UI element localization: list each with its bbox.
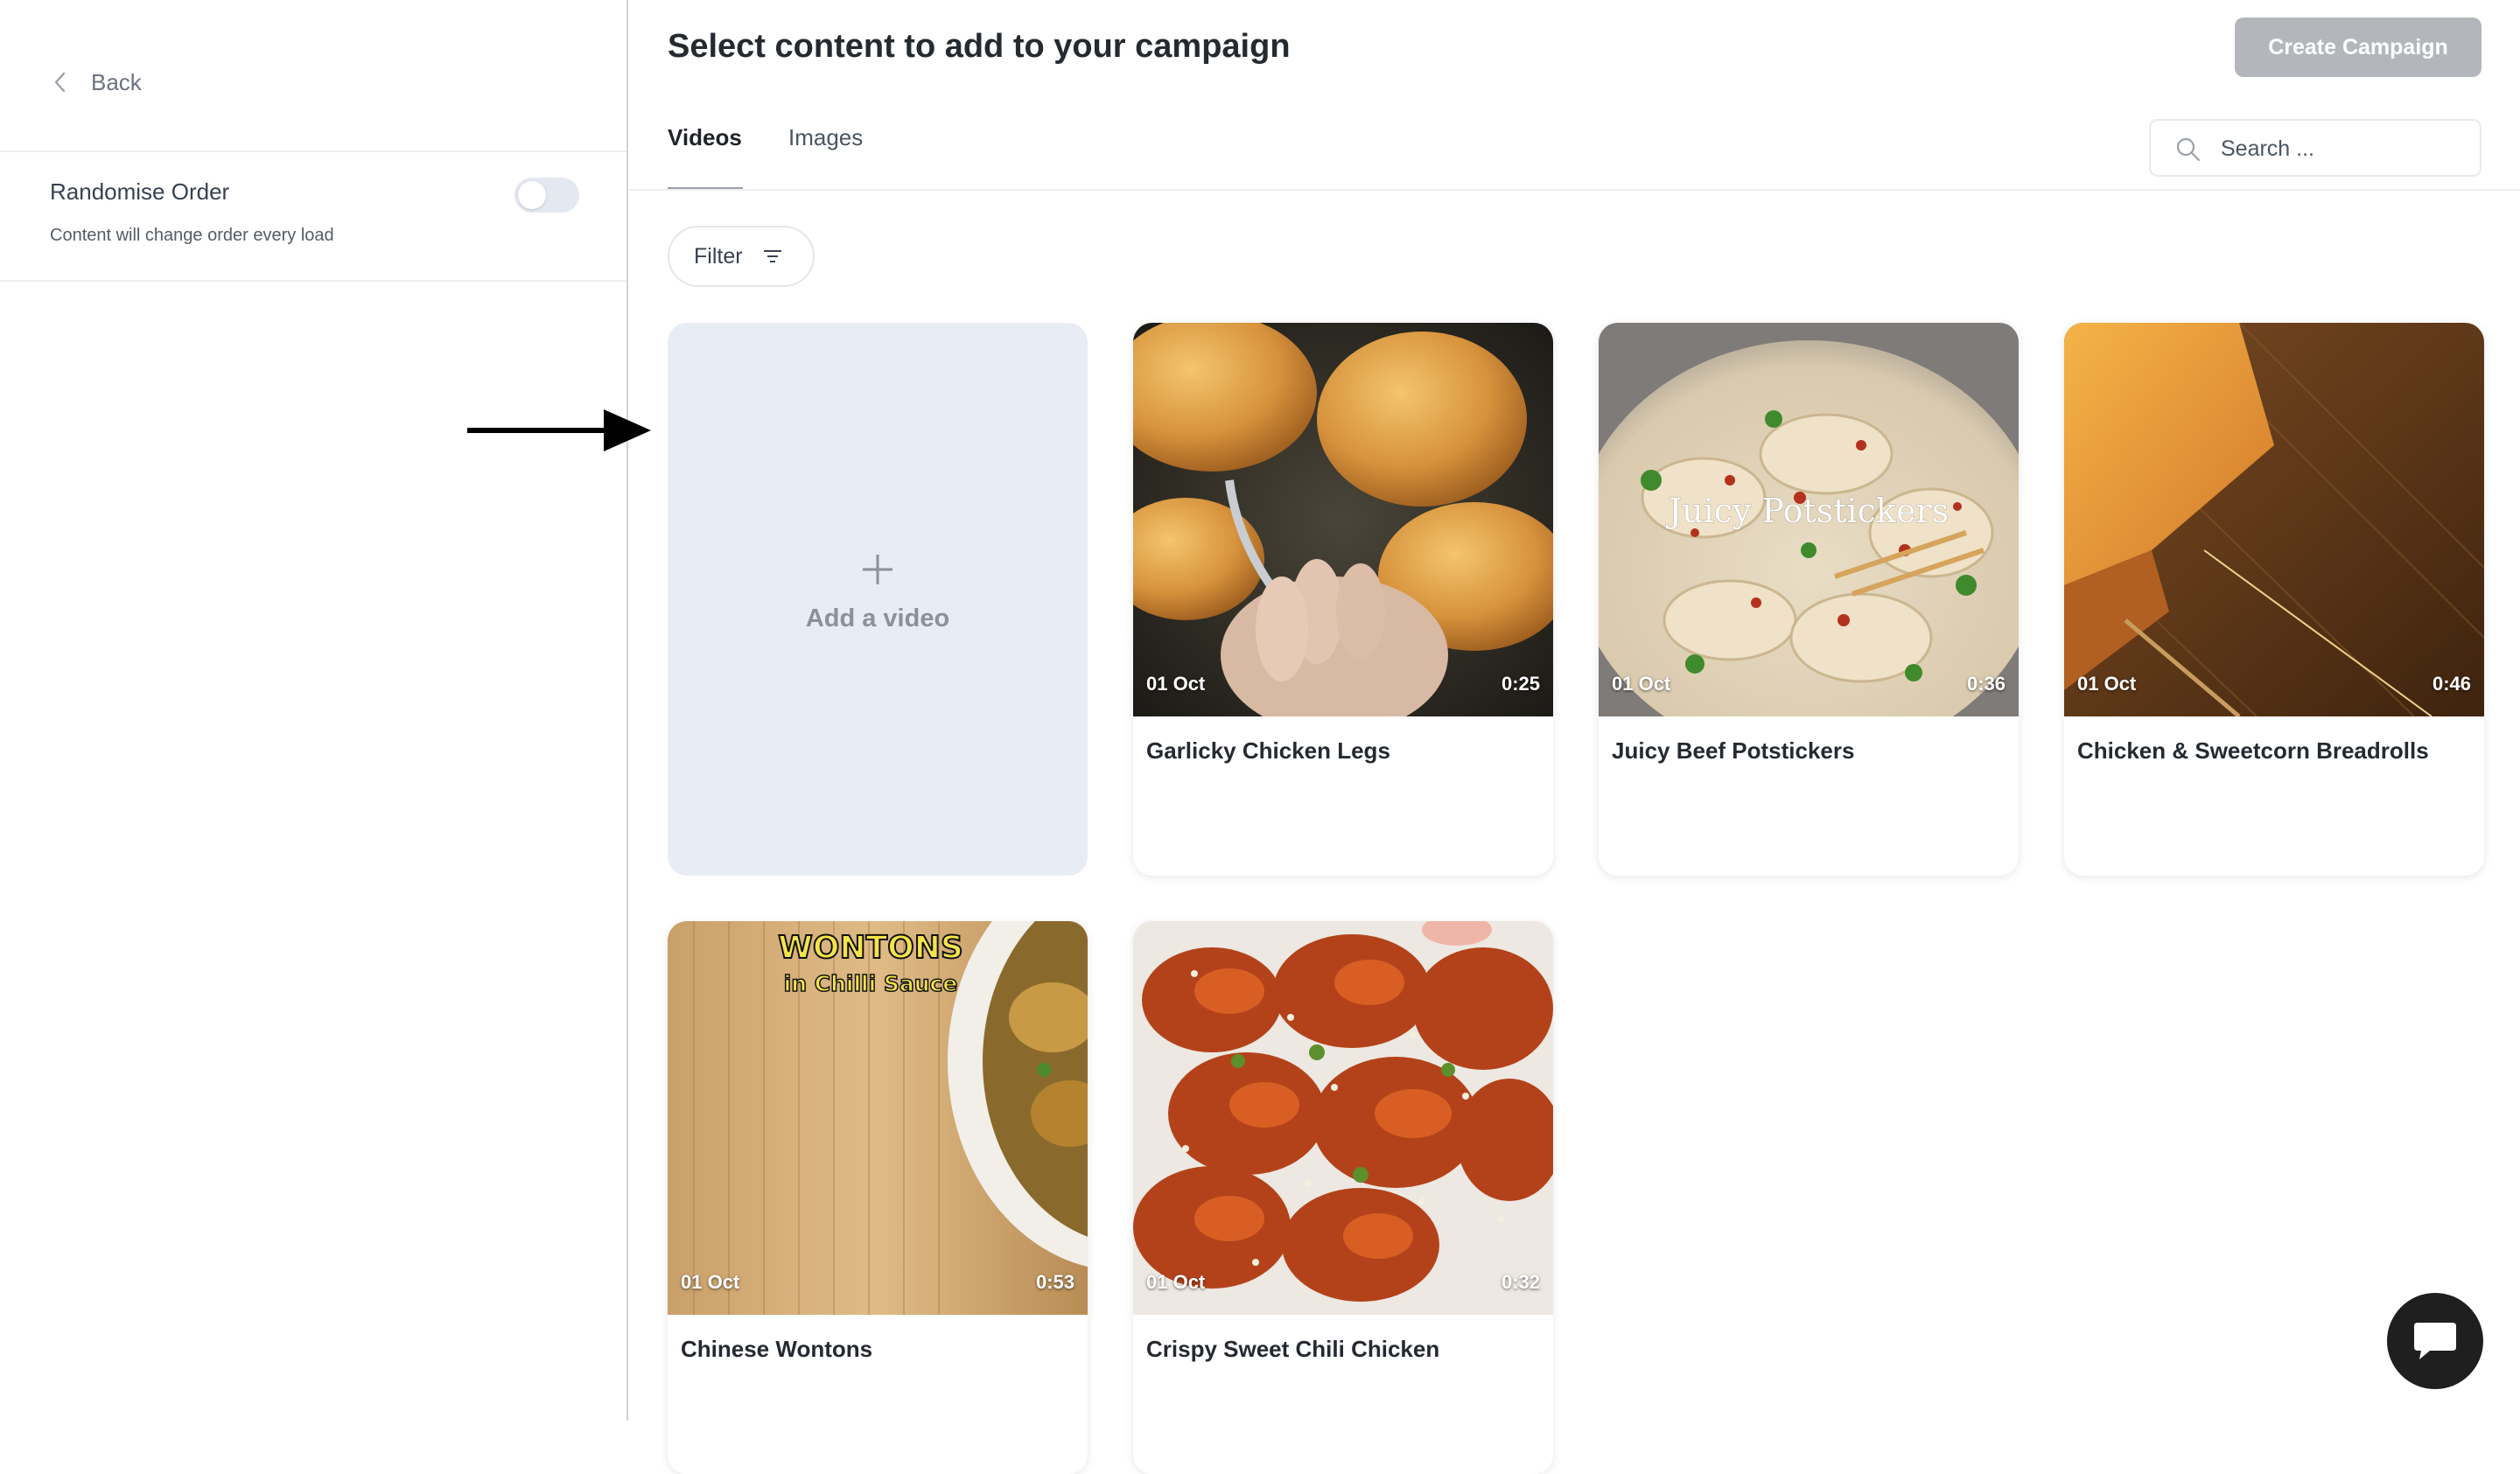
- page-title: Select content to add to your campaign: [668, 28, 1291, 65]
- randomise-order-title: Randomise Order: [50, 178, 230, 205]
- create-campaign-button[interactable]: Create Campaign: [2235, 17, 2482, 77]
- video-title: Juicy Beef Potstickers: [1612, 737, 1855, 764]
- tab-images[interactable]: Images: [788, 124, 863, 151]
- video-card[interactable]: 01 Oct 0:25 Garlicky Chicken Legs: [1133, 323, 1553, 876]
- video-title: Chinese Wontons: [681, 1336, 873, 1362]
- filter-icon: [763, 250, 781, 262]
- tabs-divider: [630, 189, 2520, 191]
- add-video-card[interactable]: Add a video: [668, 323, 1088, 876]
- video-card[interactable]: 01 Oct 0:32 Crispy Sweet Chili Chicken: [1133, 921, 1553, 1474]
- sidebar-divider: [0, 280, 626, 282]
- video-duration: 0:36: [1966, 673, 2006, 695]
- back-button[interactable]: Back: [51, 65, 142, 100]
- video-thumbnail: Juicy Potstickers: [1599, 323, 2019, 716]
- tab-videos[interactable]: Videos: [668, 124, 742, 151]
- main-content: Select content to add to your campaign C…: [630, 0, 2520, 1474]
- filter-label: Filter: [694, 243, 743, 269]
- video-card[interactable]: WONTONS in Chilli Sauce 01 Oct 0:53 Chin…: [668, 921, 1088, 1474]
- toggle-knob: [518, 181, 546, 209]
- video-thumbnail: WONTONS in Chilli Sauce: [668, 921, 1088, 1315]
- thumbnail-overlay-text: in Chilli Sauce: [784, 971, 958, 996]
- plus-icon: [863, 555, 892, 584]
- video-duration: 0:25: [1501, 673, 1540, 695]
- chevron-left-icon: [54, 72, 66, 93]
- video-thumbnail: [2064, 323, 2484, 716]
- thumbnail-overlay-text: Juicy Potstickers: [1665, 492, 1949, 530]
- video-date: 01 Oct: [681, 1271, 740, 1293]
- randomise-order-toggle[interactable]: [514, 178, 579, 213]
- video-duration: 0:46: [2432, 673, 2471, 695]
- video-thumbnail: [1133, 323, 1553, 716]
- video-thumbnail: [1133, 921, 1553, 1315]
- video-title: Garlicky Chicken Legs: [1146, 737, 1390, 764]
- video-title: Crispy Sweet Chili Chicken: [1146, 1336, 1440, 1362]
- video-duration: 0:32: [1501, 1271, 1540, 1293]
- sidebar-divider: [0, 150, 626, 152]
- video-card[interactable]: 01 Oct 0:46 Chicken & Sweetcorn Breadrol…: [2064, 323, 2484, 876]
- video-date: 01 Oct: [1146, 673, 1206, 695]
- filter-button[interactable]: Filter: [668, 226, 815, 287]
- video-card[interactable]: Juicy Potstickers 01 Oct 0:36 Juicy Beef…: [1599, 323, 2019, 876]
- search-box: [2149, 119, 2482, 177]
- arrow-right-icon: [467, 409, 651, 451]
- back-label: Back: [91, 68, 142, 95]
- video-date: 01 Oct: [2077, 673, 2137, 695]
- add-video-label: Add a video: [805, 604, 950, 632]
- video-date: 01 Oct: [1146, 1271, 1206, 1293]
- search-icon: [2176, 137, 2201, 162]
- video-date: 01 Oct: [1612, 673, 1671, 695]
- chat-bubble-icon: [2414, 1323, 2456, 1359]
- thumbnail-overlay-text: WONTONS: [778, 930, 963, 966]
- sidebar: Back Randomise Order Content will change…: [0, 0, 628, 1421]
- video-duration: 0:53: [1035, 1271, 1074, 1293]
- randomise-order-description: Content will change order every load: [50, 226, 334, 245]
- search-input[interactable]: [2221, 131, 2466, 166]
- chat-button[interactable]: [2387, 1293, 2483, 1389]
- video-title: Chicken & Sweetcorn Breadrolls: [2077, 737, 2429, 764]
